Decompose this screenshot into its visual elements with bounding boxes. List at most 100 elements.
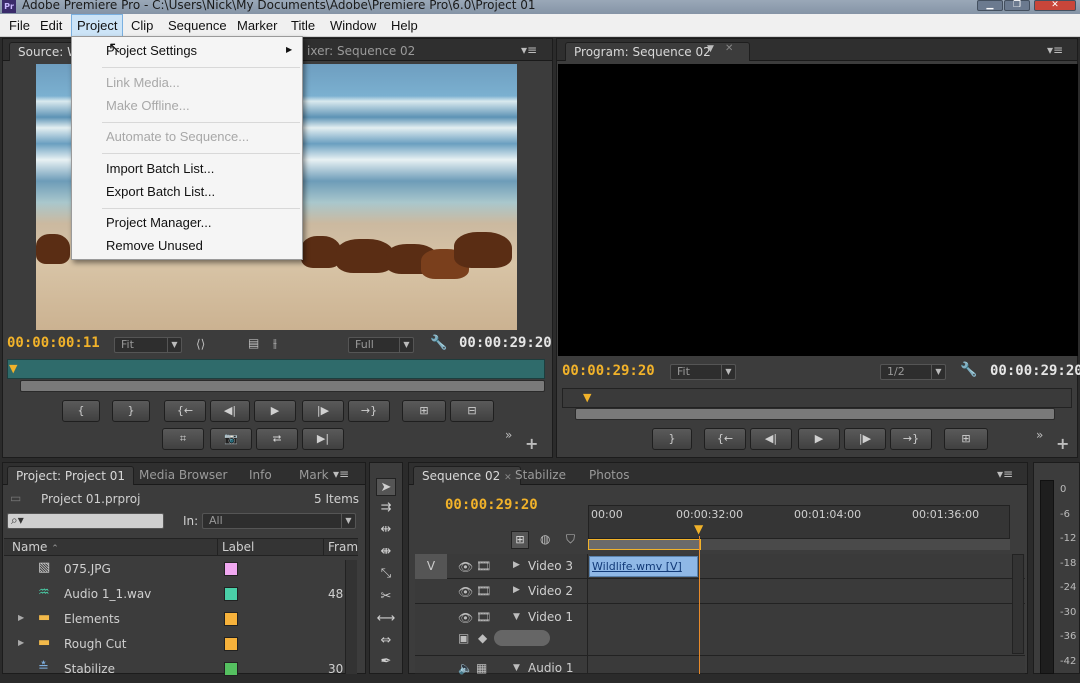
- source-quality-dropdown[interactable]: Full ▼: [348, 337, 414, 353]
- program-mark-out-button[interactable]: }: [652, 428, 692, 450]
- program-play-button[interactable]: ▶: [798, 428, 840, 450]
- timeline-vertical-scrollbar[interactable]: [1012, 554, 1024, 654]
- speaker-icon[interactable]: 🔈: [458, 661, 473, 675]
- set-marker-icon[interactable]: ⛉: [566, 532, 575, 547]
- eye-icon[interactable]: 👁: [458, 560, 473, 574]
- menu-item-project-manager[interactable]: Project Manager...: [106, 215, 212, 230]
- list-item[interactable]: ▶ ▬ Rough Cut: [6, 633, 356, 658]
- add-button-icon[interactable]: +: [525, 434, 538, 453]
- rolling-edit-tool-icon[interactable]: ⇼: [376, 543, 396, 561]
- film-icon[interactable]: 🎞: [476, 584, 491, 598]
- timeline-clip[interactable]: Wildlife.wmv [V]: [589, 556, 698, 577]
- program-step-forward-button[interactable]: |▶: [844, 428, 886, 450]
- tab-project[interactable]: Project: Project 01: [7, 466, 135, 485]
- expand-triangle-icon[interactable]: ▶: [18, 613, 24, 622]
- program-step-back-button[interactable]: ◀|: [750, 428, 792, 450]
- panel-menu-icon[interactable]: ▾≡: [333, 467, 349, 481]
- add-marker-icon[interactable]: ◍: [540, 532, 550, 546]
- menu-item-import-batch-list[interactable]: Import Batch List...: [106, 161, 214, 176]
- tab-media-browser[interactable]: Media Browser: [131, 466, 235, 485]
- program-timecode-current[interactable]: 00:00:29:20: [562, 363, 655, 379]
- wrench-icon[interactable]: 🔧: [430, 335, 447, 351]
- track-video-2[interactable]: [415, 579, 1025, 604]
- timeline-zoom-scrollbar[interactable]: [588, 539, 701, 550]
- list-item[interactable]: ▶ ▬ Elements: [6, 608, 356, 633]
- tab-photos[interactable]: Photos: [581, 466, 637, 485]
- column-name-header[interactable]: Name ⌃: [12, 540, 59, 554]
- project-search-input[interactable]: ⌕▾: [7, 513, 164, 529]
- source-playhead-icon[interactable]: ▼: [9, 362, 19, 376]
- play-button[interactable]: ▶: [254, 400, 296, 422]
- more-controls-icon[interactable]: »: [1036, 428, 1043, 442]
- tab-sequence-02[interactable]: Sequence 02 ✕: [413, 466, 521, 485]
- step-back-button[interactable]: ◀|: [210, 400, 250, 422]
- timeline-playhead-icon[interactable]: ▼: [694, 522, 703, 536]
- eye-icon[interactable]: 👁: [458, 611, 473, 625]
- menu-project[interactable]: Project: [71, 14, 124, 37]
- menu-edit[interactable]: Edit: [35, 14, 67, 37]
- track-audio-1[interactable]: [415, 656, 1025, 674]
- expand-triangle-icon[interactable]: ▶: [513, 585, 520, 595]
- in-filter-dropdown[interactable]: All ▼: [202, 513, 356, 529]
- menu-clip[interactable]: Clip: [126, 14, 158, 37]
- program-time-ruler[interactable]: [562, 388, 1072, 408]
- menu-window[interactable]: Window: [325, 14, 381, 37]
- source-timecode-current[interactable]: 00:00:00:11: [7, 335, 100, 351]
- drag-audio-icon[interactable]: ⫲: [273, 336, 277, 351]
- program-zoom-scrollbar[interactable]: [575, 408, 1055, 420]
- tab-info[interactable]: Info: [241, 466, 280, 485]
- panel-menu-icon[interactable]: ▾≡: [521, 43, 537, 57]
- wrench-icon[interactable]: 🔧: [960, 362, 977, 378]
- selection-tool-icon[interactable]: ➤: [376, 478, 396, 496]
- overwrite-button[interactable]: ⊟: [450, 400, 494, 422]
- list-item[interactable]: ♒ Audio 1_1.wav 48: [6, 583, 356, 608]
- program-tab-close-icon[interactable]: ✕: [725, 43, 733, 54]
- export-frame-button[interactable]: 📷: [210, 428, 252, 450]
- snap-toggle-icon[interactable]: ⊞: [511, 531, 529, 549]
- program-fit-dropdown[interactable]: Fit ▼: [670, 364, 736, 380]
- expand-triangle-icon[interactable]: ▶: [513, 560, 520, 570]
- insert-button[interactable]: ⊞: [402, 400, 446, 422]
- maximize-icon[interactable]: ❐: [1004, 0, 1030, 11]
- source-fit-dropdown[interactable]: Fit ▼: [114, 337, 182, 353]
- list-item[interactable]: ▧ 075.JPG: [6, 558, 356, 583]
- column-frames-header[interactable]: Fram: [328, 540, 358, 554]
- ripple-edit-tool-icon[interactable]: ⇹: [376, 521, 396, 539]
- drag-video-icon[interactable]: ▤: [248, 336, 259, 350]
- tab-markers[interactable]: Mark: [291, 466, 337, 485]
- mark-in-button[interactable]: {: [62, 400, 100, 422]
- play-in-to-out-button[interactable]: ▶|: [302, 428, 344, 450]
- go-to-out-button[interactable]: →}: [348, 400, 390, 422]
- collapse-triangle-icon[interactable]: ▼: [513, 663, 520, 673]
- slide-tool-icon[interactable]: ⇔: [376, 632, 396, 650]
- label-color-swatch[interactable]: [224, 587, 238, 601]
- menu-item-remove-unused[interactable]: Remove Unused: [106, 238, 203, 253]
- keyframe-icon[interactable]: ◆: [478, 631, 487, 645]
- add-button-icon[interactable]: +: [1056, 434, 1069, 453]
- panel-menu-icon[interactable]: ▾≡: [1047, 43, 1063, 57]
- program-go-to-in-button[interactable]: {←: [704, 428, 746, 450]
- label-color-swatch[interactable]: [224, 562, 238, 576]
- close-icon[interactable]: ✕: [1034, 0, 1076, 11]
- pen-tool-icon[interactable]: ✒: [376, 653, 396, 671]
- video-target-toggle[interactable]: V: [415, 554, 447, 579]
- razor-tool-icon[interactable]: ✂: [376, 588, 396, 606]
- tab-audio-mixer[interactable]: ixer: Sequence 02: [299, 42, 423, 61]
- menu-title[interactable]: Title: [286, 14, 320, 37]
- go-to-in-button[interactable]: {←: [164, 400, 206, 422]
- more-controls-icon[interactable]: »: [505, 428, 512, 442]
- expand-triangle-icon[interactable]: ▶: [18, 638, 24, 647]
- slip-tool-icon[interactable]: ⟷: [376, 610, 396, 628]
- keyframe-navigator[interactable]: [494, 630, 550, 646]
- eye-icon[interactable]: 👁: [458, 585, 473, 599]
- program-playhead-icon[interactable]: ▼: [583, 391, 593, 405]
- tab-stabilize[interactable]: Stabilize: [507, 466, 574, 485]
- label-color-swatch[interactable]: [224, 637, 238, 651]
- tab-program[interactable]: Program: Sequence 02: [565, 42, 750, 61]
- program-resolution-dropdown[interactable]: 1/2 ▼: [880, 364, 946, 380]
- sync-lock-icon[interactable]: ▦: [476, 661, 487, 675]
- source-zoom-scrollbar[interactable]: [20, 380, 545, 392]
- mark-out-button[interactable]: }: [112, 400, 150, 422]
- menu-help[interactable]: Help: [386, 14, 423, 37]
- display-style-icon[interactable]: ▣: [458, 631, 469, 645]
